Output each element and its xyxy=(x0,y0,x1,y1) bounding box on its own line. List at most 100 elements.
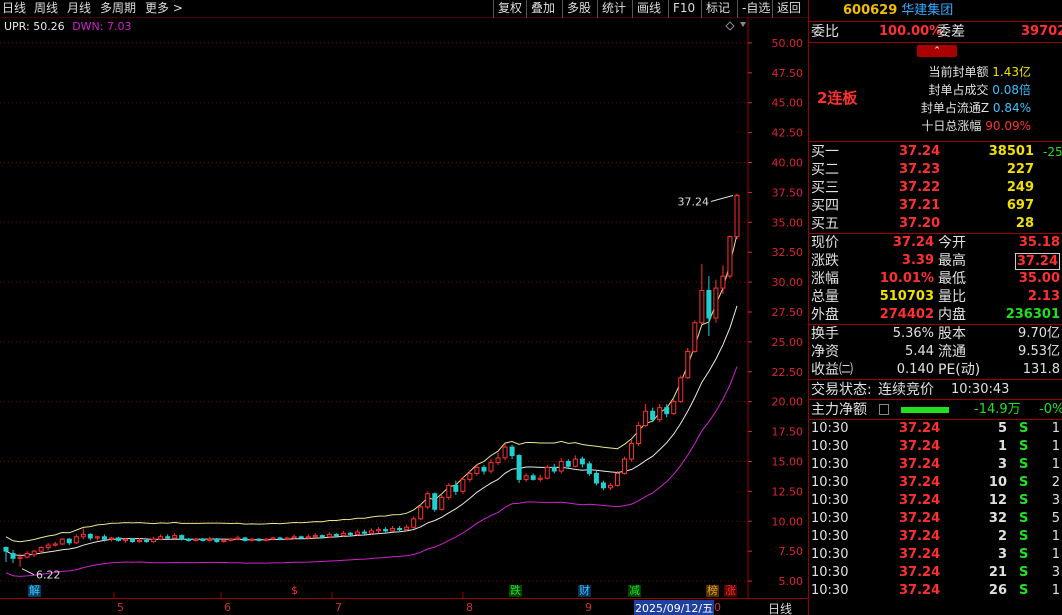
seal-stat-value: 0.08倍 xyxy=(988,83,1031,97)
bid-row[interactable]: 买五 37.20 28 xyxy=(809,215,1062,233)
candle-down xyxy=(144,539,150,543)
main-flow-label: 主力净额 xyxy=(811,402,867,418)
fundamental-value: 5.36% xyxy=(892,326,934,341)
candle-up xyxy=(305,536,311,539)
stat-label: 外盘 xyxy=(811,307,839,323)
draw-line-button[interactable]: 画线 xyxy=(632,0,665,18)
bid-price: 37.24 xyxy=(899,144,941,159)
stat-value: 2.13 xyxy=(1027,289,1060,304)
fundamental-row: 换手 5.36% 股本 9.70亿 xyxy=(809,325,1062,343)
tick-volume: 5 xyxy=(997,421,1007,436)
main-flow-pct: -0% xyxy=(1039,402,1062,417)
tick-count: 3 xyxy=(1051,493,1060,508)
stat-row: 现价 37.24 今开 35.18 xyxy=(809,234,1062,252)
limit-info: ⌃ 2连板 当前封单额 1.43亿 封单占成交 0.08倍 封单占流通Z 0.84%… xyxy=(809,42,1062,142)
tick-count: 1 xyxy=(1051,457,1060,472)
candle-down xyxy=(453,484,459,492)
candle-down xyxy=(115,537,121,541)
bid-row[interactable]: 买一 37.24 38501 -25 xyxy=(809,143,1062,161)
tab-weekly[interactable]: 周线 xyxy=(34,1,58,16)
bid-volume: 697 xyxy=(1006,198,1034,213)
candle-up xyxy=(488,462,494,472)
tick-volume: 32 xyxy=(988,511,1007,526)
candle-up xyxy=(52,543,58,546)
bid-label: 买一 xyxy=(811,144,839,160)
y-tick-label: 42.50 xyxy=(772,127,804,140)
candle-up xyxy=(558,460,564,472)
upr-line xyxy=(5,234,738,543)
candle-up xyxy=(734,195,740,238)
stat-row: 外盘 274402 内盘 236301 xyxy=(809,306,1062,324)
multi-stock-button[interactable]: 多股 xyxy=(562,0,595,18)
tab-multi-period[interactable]: 多周期 xyxy=(100,1,136,16)
event-marker: 减 xyxy=(628,584,641,597)
bid-row[interactable]: 买二 37.23 227 xyxy=(809,161,1062,179)
y-tick-label: 17.50 xyxy=(772,426,804,439)
tick-side: S xyxy=(1019,421,1029,436)
tick-count: 5 xyxy=(1051,511,1060,526)
candle-up xyxy=(713,287,719,319)
fundamental-row: 净资 5.44 流通 9.53亿 xyxy=(809,343,1062,361)
y-tick-label: 32.50 xyxy=(772,246,804,259)
tick-row: 10:30 37.24 21 S 3 xyxy=(809,564,1062,582)
tick-count: 1 xyxy=(1051,529,1060,544)
stats-button[interactable]: 统计 xyxy=(597,0,630,18)
tick-row: 10:30 37.24 12 S 3 xyxy=(809,492,1062,510)
candle-down xyxy=(509,446,515,456)
bid-row[interactable]: 买三 37.22 249 xyxy=(809,179,1062,197)
tick-list[interactable]: 10:30 37.24 5 S 1 10:30 37.24 1 S 1 10:30 37.24 3 S 1 1… xyxy=(809,420,1062,600)
candle-up xyxy=(523,475,529,480)
mark-button[interactable]: 标记 xyxy=(701,0,734,18)
weibi-value: 100.00% xyxy=(879,24,943,39)
stat-value: 236301 xyxy=(1005,307,1060,322)
event-marker: 榜 xyxy=(706,584,719,597)
stat-value: 35.00 xyxy=(1018,271,1060,286)
tick-side: S xyxy=(1019,547,1029,562)
bid-change: -25 xyxy=(1043,145,1062,159)
overlay-button[interactable]: 叠加 xyxy=(526,0,559,18)
tick-time: 10:30 xyxy=(811,439,849,454)
tab-more[interactable]: 更多 > xyxy=(145,1,183,16)
tab-monthly[interactable]: 月线 xyxy=(67,1,91,16)
f10-button[interactable]: F10 xyxy=(668,0,699,18)
timeframe-label: 日线 xyxy=(768,602,793,615)
kline-chart[interactable]: 50.00 47.50 45.00 42.50 40.00 37.50 35.00 32.50… xyxy=(0,18,808,598)
candle-up xyxy=(615,472,621,486)
candle-down xyxy=(432,493,438,510)
y-tick-label: 27.50 xyxy=(772,306,804,319)
candle-down xyxy=(101,536,107,540)
candle-down xyxy=(10,553,16,559)
adjust-button[interactable]: 复权 xyxy=(493,0,526,18)
tick-time: 10:30 xyxy=(811,475,849,490)
bid-row[interactable]: 买四 37.21 697 xyxy=(809,197,1062,215)
candle-up xyxy=(671,401,677,415)
trade-status-value: 连续竞价 xyxy=(878,382,934,398)
tick-time: 10:30 xyxy=(811,583,849,598)
tick-price: 37.24 xyxy=(899,529,941,544)
tick-count: 1 xyxy=(1051,583,1060,598)
tab-daily[interactable]: 日线 xyxy=(2,1,26,16)
candle-up xyxy=(207,538,213,541)
candle-down xyxy=(3,547,9,552)
event-marker: 解 xyxy=(28,584,41,597)
candle-up xyxy=(446,484,452,498)
collapse-icon[interactable]: ⌃ xyxy=(917,45,957,57)
menu-icon[interactable] xyxy=(879,404,889,415)
stat-label: 内盘 xyxy=(938,307,966,323)
add-watchlist-button[interactable]: -自选 xyxy=(737,0,774,18)
candle-up xyxy=(418,506,424,520)
candle-up xyxy=(537,477,543,480)
tick-row: 10:30 37.24 26 S 1 xyxy=(809,582,1062,600)
quote-panel: 600629 华建集团 委比 100.00% 委差 39702 ⌃ 2连板 当前封… xyxy=(808,0,1062,615)
back-button[interactable]: 返回 xyxy=(772,0,805,18)
stat-label: 涨跌 xyxy=(811,253,839,269)
tick-time: 10:30 xyxy=(811,529,849,544)
candle-up xyxy=(45,544,51,549)
trade-status-row: 交易状态: 连续竞价 10:30:43 xyxy=(809,380,1062,400)
stat-value: 37.24 xyxy=(892,235,934,250)
candle-up xyxy=(340,532,346,537)
tick-side: S xyxy=(1019,565,1029,580)
candle-up xyxy=(678,377,684,403)
stat-value: 35.18 xyxy=(1018,235,1060,250)
candle-down xyxy=(397,527,403,531)
